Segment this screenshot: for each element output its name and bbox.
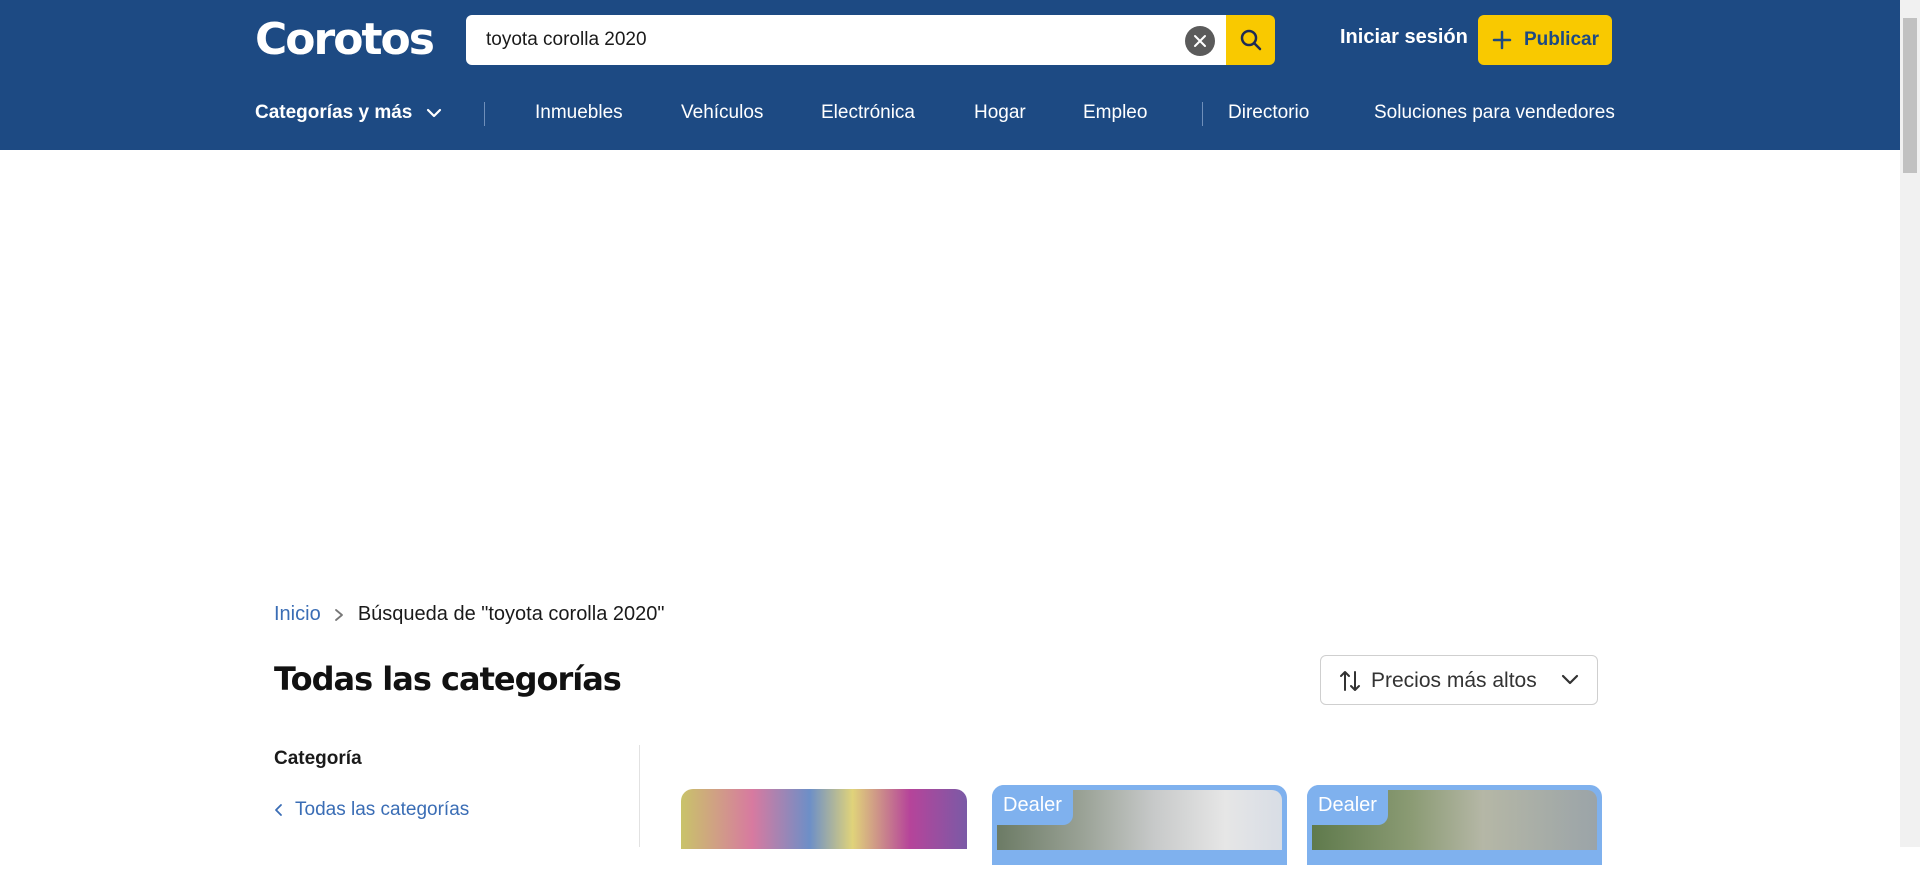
search-input[interactable] (486, 15, 1136, 65)
dealer-badge: Dealer (992, 785, 1073, 825)
nav-categories-label: Categorías y más (255, 102, 413, 123)
search-box[interactable] (466, 15, 1226, 65)
chevron-right-icon (335, 608, 344, 621)
nav-item-soluciones[interactable]: Soluciones para vendedores (1374, 102, 1615, 124)
clear-search-button[interactable] (1185, 26, 1215, 56)
close-icon (1194, 35, 1206, 47)
nav-divider (484, 102, 485, 126)
nav-item-inmuebles[interactable]: Inmuebles (535, 102, 623, 124)
login-link[interactable]: Iniciar sesión (1340, 26, 1468, 49)
listing-card[interactable] (681, 789, 967, 869)
nav-item-electronica[interactable]: Electrónica (821, 102, 915, 124)
filter-category-heading: Categoría (274, 748, 362, 769)
chevron-left-icon (275, 804, 282, 816)
chevron-down-icon (426, 108, 441, 118)
sort-icon (1340, 671, 1360, 691)
sort-select[interactable]: Precios más altos (1320, 655, 1598, 705)
dealer-badge: Dealer (1307, 785, 1388, 825)
sort-select-value: Precios más altos (1371, 669, 1537, 692)
nav-categories-dropdown[interactable]: Categorías y más (255, 102, 442, 124)
scrollbar[interactable] (1900, 0, 1920, 847)
listing-card[interactable]: Dealer (992, 785, 1287, 865)
publish-button[interactable]: Publicar (1478, 15, 1612, 65)
listing-image (681, 789, 967, 849)
all-categories-link[interactable]: Todas las categorías (274, 799, 469, 821)
listing-card[interactable]: Dealer (1307, 785, 1602, 865)
publish-button-label: Publicar (1524, 29, 1599, 50)
search-button[interactable] (1226, 15, 1275, 65)
breadcrumb-current: Búsqueda de "toyota corolla 2020" (357, 603, 665, 625)
breadcrumb-home-link[interactable]: Inicio (274, 603, 321, 625)
nav-divider (1202, 102, 1203, 126)
nav-item-vehiculos[interactable]: Vehículos (681, 102, 763, 124)
scrollbar-thumb[interactable] (1903, 18, 1917, 173)
page-title: Todas las categorías (274, 660, 622, 698)
search-icon (1240, 29, 1262, 51)
nav-item-empleo[interactable]: Empleo (1083, 102, 1147, 124)
nav-item-hogar[interactable]: Hogar (974, 102, 1026, 124)
breadcrumb: Inicio Búsqueda de "toyota corolla 2020" (274, 603, 664, 626)
header: Corotos Iniciar sesión Publicar Categorí… (0, 0, 1900, 150)
nav-item-directorio[interactable]: Directorio (1228, 102, 1309, 124)
all-categories-label: Todas las categorías (295, 799, 470, 820)
chevron-down-icon (1561, 674, 1579, 685)
logo[interactable]: Corotos (255, 14, 435, 65)
sidebar-divider (639, 745, 640, 847)
plus-icon (1492, 30, 1512, 50)
